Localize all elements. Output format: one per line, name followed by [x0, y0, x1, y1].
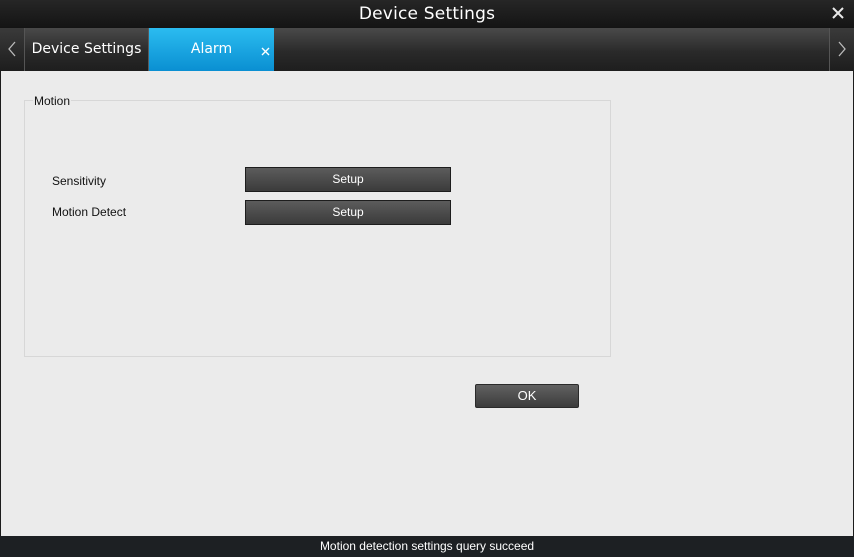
motion-detect-setup-button[interactable]: Setup — [245, 200, 451, 225]
device-settings-window: Device Settings Device Settings Alarm Mo… — [0, 0, 854, 557]
status-bar: Motion detection settings query succeed — [0, 536, 854, 557]
tab-device-settings[interactable]: Device Settings — [25, 28, 149, 71]
chevron-right-icon — [838, 41, 846, 57]
tab-alarm[interactable]: Alarm — [149, 28, 274, 71]
motion-detect-label: Motion Detect — [52, 205, 127, 219]
alarm-settings-panel: Motion Sensitivity Setup Motion Detect S… — [1, 71, 853, 536]
tab-alarm-label: Alarm — [190, 41, 233, 57]
title-bar: Device Settings — [0, 0, 854, 28]
tab-device-settings-label: Device Settings — [31, 41, 142, 57]
sensitivity-setup-button[interactable]: Setup — [245, 167, 451, 192]
chevron-left-icon — [8, 41, 16, 57]
tab-alarm-close-button[interactable] — [261, 31, 270, 56]
sensitivity-label: Sensitivity — [52, 174, 107, 188]
window-title: Device Settings — [358, 4, 496, 24]
tab-close-icon — [261, 47, 270, 56]
tab-scroll-left-button[interactable] — [0, 28, 25, 71]
motion-group-title: Motion — [33, 94, 72, 108]
status-message: Motion detection settings query succeed — [319, 539, 535, 553]
motion-groupbox — [24, 100, 611, 357]
close-icon — [832, 7, 844, 19]
ok-button[interactable]: OK — [475, 384, 579, 408]
window-close-button[interactable] — [830, 5, 846, 21]
tab-bar: Device Settings Alarm — [0, 28, 854, 71]
tab-scroll-right-button[interactable] — [829, 28, 854, 71]
